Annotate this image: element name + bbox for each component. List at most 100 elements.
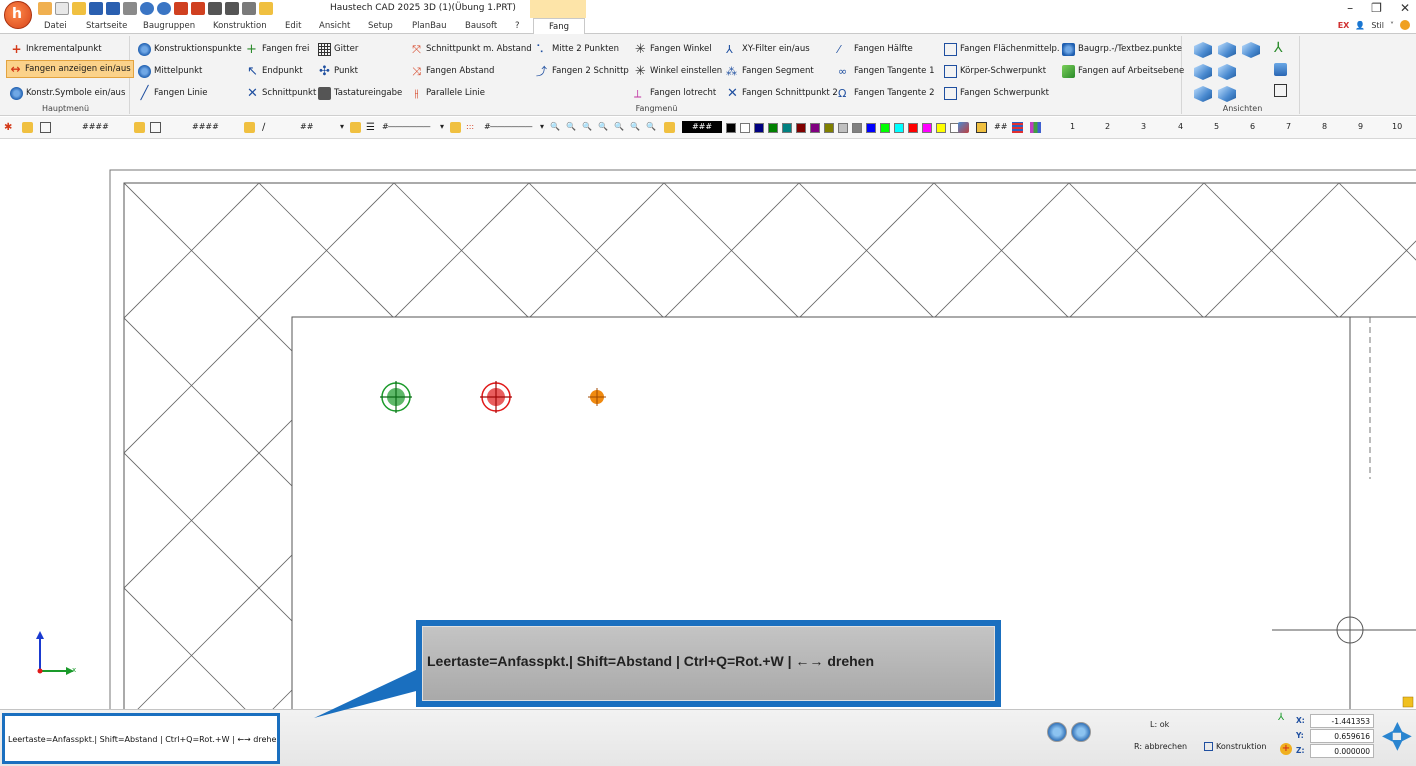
coord-x-value[interactable]: -1.441353 (1310, 714, 1374, 728)
line-style-icon[interactable]: ☰ (366, 122, 377, 133)
view-top-icon[interactable] (1218, 64, 1236, 80)
color-swatch[interactable] (782, 123, 792, 133)
lock-icon[interactable] (22, 122, 33, 133)
layer-bars-icon[interactable] (1030, 122, 1041, 133)
fangen-anzeigen-button[interactable]: ↔ Fangen anzeigen ein/aus (6, 60, 134, 78)
chevron-down-icon[interactable]: ˅ (1390, 21, 1394, 30)
chevron-down-icon[interactable]: ▾ (340, 122, 344, 131)
layer-tab-4[interactable]: 4 (1178, 122, 1183, 131)
color-swatch[interactable] (852, 123, 862, 133)
qat-save-as-icon[interactable] (106, 2, 120, 15)
qat-doc-icon[interactable] (55, 2, 69, 15)
qat-print-icon[interactable] (123, 2, 137, 15)
qat-text2-icon[interactable] (208, 2, 222, 15)
lock2-icon[interactable] (134, 122, 145, 133)
layer-tab-7[interactable]: 7 (1286, 122, 1291, 131)
coord-y-value[interactable]: 0.659616 (1310, 729, 1374, 743)
view-bottom-icon[interactable] (1194, 86, 1212, 102)
layer-field[interactable]: ## (994, 122, 1007, 131)
color-swatch[interactable] (726, 123, 736, 133)
parallele-linie-button[interactable]: ⫲ Parallele Linie (408, 84, 487, 102)
mitte-2-punkten-button[interactable]: ⠡ Mitte 2 Punkten (534, 40, 621, 58)
layer-tab-2[interactable]: 2 (1105, 122, 1110, 131)
qat-layout-icon[interactable] (242, 2, 256, 15)
zoom-prev-icon[interactable]: 🔍 (614, 122, 624, 131)
tab-fang[interactable]: Fang (533, 18, 585, 35)
snap-toggle-icon[interactable]: ✱ (4, 122, 15, 133)
konstruktionspunkte-button[interactable]: Konstruktionspunkte (136, 40, 244, 58)
xy-filter-button[interactable]: ⅄ XY-Filter ein/aus (724, 40, 812, 58)
arrow-down-icon[interactable]: ▼ (1392, 738, 1403, 752)
hatch-preview[interactable]: #—————— (484, 122, 533, 131)
layer-tab-9[interactable]: 9 (1358, 122, 1363, 131)
layer-tab-3[interactable]: 3 (1141, 122, 1146, 131)
color-swatch[interactable] (796, 123, 806, 133)
color-swatch[interactable] (894, 123, 904, 133)
pan-navigator[interactable]: ▲ ◀ ▶ ▼ (1382, 720, 1414, 752)
qat-text-icon[interactable] (191, 2, 205, 15)
flaechenmittelp-button[interactable]: Fangen Flächenmittelp. (942, 40, 1062, 58)
zoom-window-icon[interactable]: 🔍 (566, 122, 576, 131)
fangen-tangente-2-button[interactable]: Ω Fangen Tangente 2 (836, 84, 936, 102)
color-field[interactable]: ### (682, 121, 722, 133)
layer-tab-10[interactable]: 10 (1392, 122, 1402, 131)
fangen-schnittpunkt-2-button[interactable]: ✕ Fangen Schnittpunkt 2 (724, 84, 840, 102)
view-back-icon[interactable] (1218, 42, 1236, 58)
ex-badge[interactable]: EX (1338, 21, 1350, 30)
hatch-icon[interactable]: ::: (466, 122, 474, 131)
color-swatch[interactable] (922, 123, 932, 133)
mode-indicator[interactable]: Konstruktion (1204, 742, 1266, 751)
minimize-icon[interactable]: – (1347, 1, 1353, 15)
tab-edit[interactable]: Edit (285, 21, 301, 31)
fangen-abstand-button[interactable]: ⤨ Fangen Abstand (408, 62, 496, 80)
pen-color-field[interactable]: #### (192, 122, 219, 131)
color-swatch[interactable] (880, 123, 890, 133)
help-icon[interactable] (1400, 20, 1410, 30)
layer-tab-5[interactable]: 5 (1214, 122, 1219, 131)
inkrementalpunkt-button[interactable]: + Inkrementalpunkt (8, 40, 104, 58)
chevron-down-icon[interactable]: ▾ (440, 122, 444, 131)
zoom-in-icon[interactable]: 🔍 (582, 122, 592, 131)
coord-z-value[interactable]: 0.000000 (1310, 744, 1374, 758)
layer-tab-1[interactable]: 1 (1070, 122, 1075, 131)
view-left-icon[interactable] (1242, 42, 1260, 58)
tab-ansicht[interactable]: Ansicht (319, 21, 350, 31)
fangen-schwerpunkt-button[interactable]: Fangen Schwerpunkt (942, 84, 1051, 102)
qat-image-icon[interactable] (259, 2, 273, 15)
tab-setup[interactable]: Setup (368, 21, 393, 31)
color-swatch[interactable] (824, 123, 834, 133)
fangen-tangente-1-button[interactable]: ∞ Fangen Tangente 1 (836, 62, 936, 80)
qat-undo-icon[interactable] (140, 2, 154, 15)
color-swatch[interactable] (838, 123, 848, 133)
koerper-schwerpunkt-button[interactable]: Körper-Schwerpunkt (942, 62, 1048, 80)
color-swatch[interactable] (936, 123, 946, 133)
zoom-pan-icon[interactable]: 🔍 (646, 122, 656, 131)
mittelpunkt-button[interactable]: Mittelpunkt (136, 62, 204, 80)
tab-bausoft[interactable]: Bausoft (465, 21, 497, 31)
restore-icon[interactable]: ❐ (1371, 1, 1382, 15)
color-swatch[interactable] (754, 123, 764, 133)
pen-width-field[interactable]: #### (82, 122, 109, 131)
qat-new-icon[interactable] (38, 2, 52, 15)
snap-mode-2-icon[interactable] (1071, 722, 1091, 742)
layer-manager-icon[interactable] (976, 122, 987, 133)
fangen-haelfte-button[interactable]: ⁄ Fangen Hälfte (836, 40, 915, 58)
color-swatch[interactable] (740, 123, 750, 133)
style-menu[interactable]: Stil (1371, 21, 1384, 30)
qat-save-icon[interactable] (89, 2, 103, 15)
tastatureingabe-button[interactable]: Tastatureingabe (316, 84, 404, 102)
punkt-button[interactable]: ✣ Punkt (316, 62, 360, 80)
tab-planbau[interactable]: PlanBau (412, 21, 447, 31)
view-front-icon[interactable] (1194, 42, 1212, 58)
qat-open-icon[interactable] (72, 2, 86, 15)
fangen-frei-button[interactable]: + Fangen frei (244, 40, 311, 58)
color-swatch[interactable] (908, 123, 918, 133)
fangen-2-schnittp-button[interactable]: ⤴ Fangen 2 Schnittp (534, 62, 631, 80)
close-icon[interactable]: ✕ (1400, 1, 1410, 15)
fangen-lotrecht-button[interactable]: ⟂ Fangen lotrecht (632, 84, 718, 102)
schnittpunkt-button[interactable]: ✕ Schnittpunkt (244, 84, 318, 102)
line-preview[interactable]: #—————— (382, 122, 431, 131)
arbeitsebene-button[interactable]: Fangen auf Arbeitsebene (1060, 62, 1186, 80)
tab-baugruppen[interactable]: Baugruppen (143, 21, 195, 31)
user-icon[interactable]: 👤 (1355, 21, 1365, 30)
